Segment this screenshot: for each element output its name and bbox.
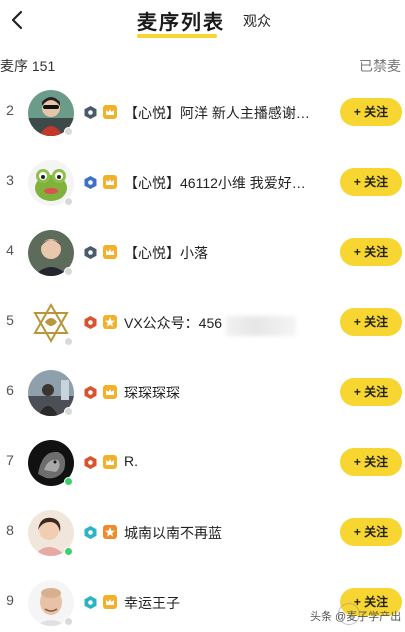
level-badge-icon — [84, 106, 97, 119]
crown-medal-icon — [102, 244, 118, 260]
user-name: 城南以南不再蓝 — [124, 525, 222, 541]
level-badge-icon — [84, 176, 97, 189]
follow-button[interactable]: + 关注 — [340, 448, 402, 476]
list-item[interactable]: 4 【心悦】小落 + 关注 — [0, 218, 405, 288]
active-tab-indicator — [137, 34, 217, 38]
status-dot — [64, 267, 73, 276]
level-badge-icon — [84, 596, 97, 609]
status-dot — [64, 127, 73, 136]
queue-index: 7 — [6, 452, 14, 468]
watermark: 头条 @麦子学产出 — [310, 611, 402, 623]
star-medal-icon — [102, 524, 118, 540]
crown-medal-icon — [102, 594, 118, 610]
back-button[interactable] — [6, 8, 30, 32]
top-bar: 麦序列表 观众 — [0, 0, 405, 44]
blurred-text-patch — [226, 316, 296, 336]
queue-count: 麦序 151 — [0, 58, 56, 74]
follow-button[interactable]: + 关注 — [340, 98, 402, 126]
queue-index: 3 — [6, 172, 14, 188]
status-dot — [64, 337, 73, 346]
follow-button[interactable]: + 关注 — [340, 308, 402, 336]
star-medal-icon — [102, 314, 118, 330]
status-dot — [64, 197, 73, 206]
level-badge-icon — [84, 246, 97, 259]
follow-button[interactable]: + 关注 — [340, 518, 402, 546]
crown-medal-icon — [102, 454, 118, 470]
list-item[interactable]: 2 【心悦】阿洋 新人主播感谢… + 关注 — [0, 78, 405, 148]
queue-index: 4 — [6, 242, 14, 258]
list-item[interactable]: 6 琛琛琛琛 + 关注 — [0, 358, 405, 428]
level-badge-icon — [84, 316, 97, 329]
queue-index: 6 — [6, 382, 14, 398]
tab-mic-queue[interactable]: 麦序列表 — [137, 6, 225, 35]
list-subheader: 麦序 151 已禁麦 — [0, 56, 405, 76]
crown-medal-icon — [102, 104, 118, 120]
level-badge-icon — [84, 386, 97, 399]
level-badge-icon — [84, 456, 97, 469]
user-name: R. — [124, 453, 138, 469]
user-name: 【心悦】小落 — [124, 245, 208, 261]
follow-button[interactable]: + 关注 — [340, 238, 402, 266]
queue-index: 5 — [6, 312, 14, 328]
user-name: 【心悦】46112小维 我爱好… — [124, 175, 306, 191]
queue-index: 9 — [6, 592, 14, 608]
user-name: 琛琛琛琛 — [124, 385, 180, 401]
user-name: 【心悦】阿洋 新人主播感谢… — [124, 105, 310, 121]
status-dot — [64, 407, 73, 416]
queue-index: 8 — [6, 522, 14, 538]
list-item[interactable]: 8 城南以南不再蓝 + 关注 — [0, 498, 405, 568]
follow-button[interactable]: + 关注 — [340, 378, 402, 406]
status-dot — [64, 477, 73, 486]
banned-mic-link[interactable]: 已禁麦 — [359, 56, 401, 76]
user-name: 幸运王子 — [124, 595, 180, 611]
status-dot — [64, 617, 73, 626]
tab-audience[interactable]: 观众 — [243, 11, 271, 31]
level-badge-icon — [84, 526, 97, 539]
list-item[interactable]: 5 VX公众号：456 + 关注 — [0, 288, 405, 358]
crown-medal-icon — [102, 384, 118, 400]
follow-button[interactable]: + 关注 — [340, 168, 402, 196]
queue-index: 2 — [6, 102, 14, 118]
status-dot — [64, 547, 73, 556]
list-item[interactable]: 7 R. + 关注 — [0, 428, 405, 498]
list-item[interactable]: 3 【心悦】46112小维 我爱好… + 关注 — [0, 148, 405, 218]
chevron-left-icon — [11, 10, 23, 30]
crown-medal-icon — [102, 174, 118, 190]
